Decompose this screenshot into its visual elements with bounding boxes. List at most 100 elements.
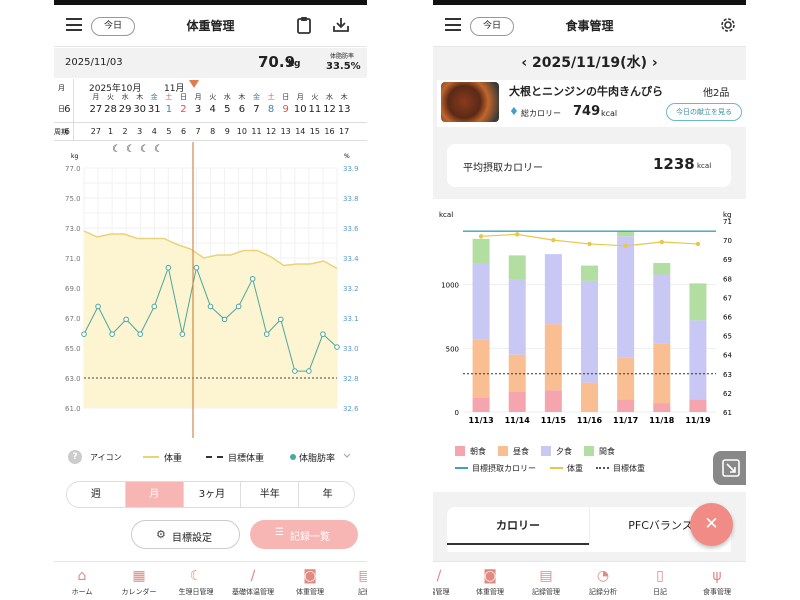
bar-segment[interactable] [653, 274, 671, 344]
cal-day[interactable]: 8 [264, 104, 279, 115]
fat-point[interactable] [277, 316, 284, 323]
weight-chart[interactable]: kg % 77.0 75.0 73.0 71.0 69.0 67.0 65.0 63.0 61.0 3… [54, 142, 367, 438]
fat-point[interactable] [151, 303, 158, 310]
fat-point[interactable] [249, 275, 256, 282]
fat-point[interactable] [306, 368, 312, 374]
bar-segment[interactable] [581, 280, 598, 383]
period-tab[interactable]: 半年 [240, 482, 298, 507]
period-tab[interactable]: 3ヶ月 [182, 482, 241, 507]
cal-day[interactable]: 9 [278, 104, 293, 115]
bar-segment[interactable] [617, 236, 635, 358]
prev-date-button[interactable]: ‹ [521, 55, 532, 71]
period-tab[interactable]: 年 [298, 482, 354, 507]
tab-meal[interactable]: ψ 食事管理 [689, 562, 745, 600]
bar-segment[interactable] [508, 391, 526, 412]
legend-fat-label[interactable]: 体脂肪率 [299, 451, 335, 464]
weight-point[interactable] [587, 241, 592, 247]
tab-calendar[interactable]: ▦ カレンダー [111, 562, 167, 600]
cal-day[interactable]: 30 [132, 104, 147, 115]
fat-point[interactable] [263, 331, 270, 337]
todays-menu-button[interactable]: 今日の献立を見る [666, 103, 742, 121]
cal-day[interactable]: 10 [293, 104, 308, 115]
bar-segment[interactable] [689, 283, 707, 321]
fat-point[interactable] [334, 344, 340, 350]
tab-record[interactable]: ▤記録 [337, 562, 367, 600]
fat-point[interactable] [137, 331, 144, 337]
clipboard-icon[interactable] [297, 16, 311, 34]
bar-segment[interactable] [653, 403, 671, 412]
bar-segment[interactable] [617, 399, 635, 412]
cal-day[interactable]: 29 [118, 104, 133, 115]
help-icon[interactable]: ? [68, 450, 82, 464]
fat-point[interactable] [320, 331, 326, 337]
fat-point[interactable] [207, 303, 214, 310]
fat-point[interactable] [109, 331, 115, 337]
chevron-down-icon[interactable] [343, 453, 351, 459]
add-meal-fab[interactable]: ✕ [690, 503, 733, 546]
fat-point[interactable] [123, 316, 129, 323]
bar-segment[interactable] [581, 265, 598, 281]
weight-point[interactable] [478, 234, 484, 239]
tab-analysis[interactable]: ◔ 記録分析 [575, 562, 631, 600]
cal-day[interactable]: 3 [191, 104, 206, 115]
bar-segment[interactable] [472, 263, 490, 340]
fat-point[interactable] [165, 264, 172, 271]
goal-setting-button[interactable]: ⚙ 目標設定 [131, 520, 240, 549]
bar-segment[interactable] [689, 399, 707, 412]
weight-point[interactable] [515, 232, 520, 237]
tab-period[interactable]: ☾ 生理日管理 [168, 562, 224, 600]
bar-segment[interactable] [689, 320, 707, 400]
fat-point[interactable] [221, 316, 228, 323]
cal-day[interactable]: 27 [89, 104, 104, 115]
weight-point[interactable] [551, 237, 556, 243]
cal-day[interactable]: 11 [308, 104, 323, 115]
bar-segment[interactable] [472, 238, 490, 264]
cal-day[interactable]: 1 [162, 104, 177, 115]
gear-icon[interactable] [720, 17, 736, 33]
tab-record-manage[interactable]: ▤ 記録管理 [518, 562, 574, 600]
tab-diary[interactable]: ▯ 日記 [632, 562, 688, 600]
bar-segment[interactable] [508, 354, 526, 392]
cal-day[interactable]: 6 [235, 104, 250, 115]
fat-point[interactable] [81, 331, 87, 337]
cal-day[interactable]: 7 [249, 104, 264, 115]
tab-calorie[interactable]: カロリー [447, 507, 589, 545]
fat-point[interactable] [292, 368, 298, 374]
cal-day[interactable]: 28 [103, 104, 118, 115]
cal-day[interactable]: 31 [147, 104, 162, 115]
bar-segment[interactable] [653, 263, 671, 275]
tab-home[interactable]: ⌂ ホーム [54, 562, 110, 600]
cal-day[interactable]: 2 [176, 104, 191, 115]
fat-point[interactable] [95, 303, 101, 310]
bar-segment[interactable] [472, 339, 490, 398]
tab-temperature[interactable]: ∕ 基礎体温管理 [225, 562, 281, 600]
bar-segment[interactable] [617, 231, 635, 237]
cal-day[interactable]: 5 [220, 104, 235, 115]
record-list-button[interactable]: ☰ 記録一覧 [250, 520, 358, 549]
bar-segment[interactable] [581, 382, 598, 412]
bar-segment[interactable] [472, 397, 490, 412]
bar-segment[interactable] [544, 324, 562, 391]
fat-point[interactable] [193, 264, 200, 271]
bar-segment[interactable] [617, 357, 635, 400]
bar-segment[interactable] [508, 279, 526, 355]
weight-point[interactable] [623, 243, 628, 249]
calorie-chart[interactable]: kcal kg10005000717069686766656463626111/1… [433, 199, 746, 439]
fat-point[interactable] [179, 331, 186, 337]
cal-day[interactable]: 13 [337, 104, 352, 115]
cal-day[interactable]: 6 [60, 104, 75, 115]
side-toggle-button[interactable] [713, 451, 746, 485]
cal-day[interactable]: 4 [205, 104, 220, 115]
bar-segment[interactable] [653, 343, 671, 404]
download-icon[interactable] [332, 17, 350, 33]
bar-segment[interactable] [544, 390, 562, 412]
tab-weight[interactable]: ◙ 体重管理 [282, 562, 338, 600]
weight-point[interactable] [695, 241, 701, 247]
period-tab[interactable]: 週 [67, 482, 125, 507]
next-date-button[interactable]: › [647, 55, 658, 71]
bar-segment[interactable] [544, 254, 562, 325]
weight-point[interactable] [659, 239, 664, 245]
period-tab[interactable]: 月 [124, 482, 183, 507]
meal-card[interactable]: 大根とニンジンの牛肉きんぴら 他2品 ♦ 総カロリー 749 kcal 今日の献… [437, 80, 746, 127]
cal-day[interactable]: 12 [322, 104, 337, 115]
